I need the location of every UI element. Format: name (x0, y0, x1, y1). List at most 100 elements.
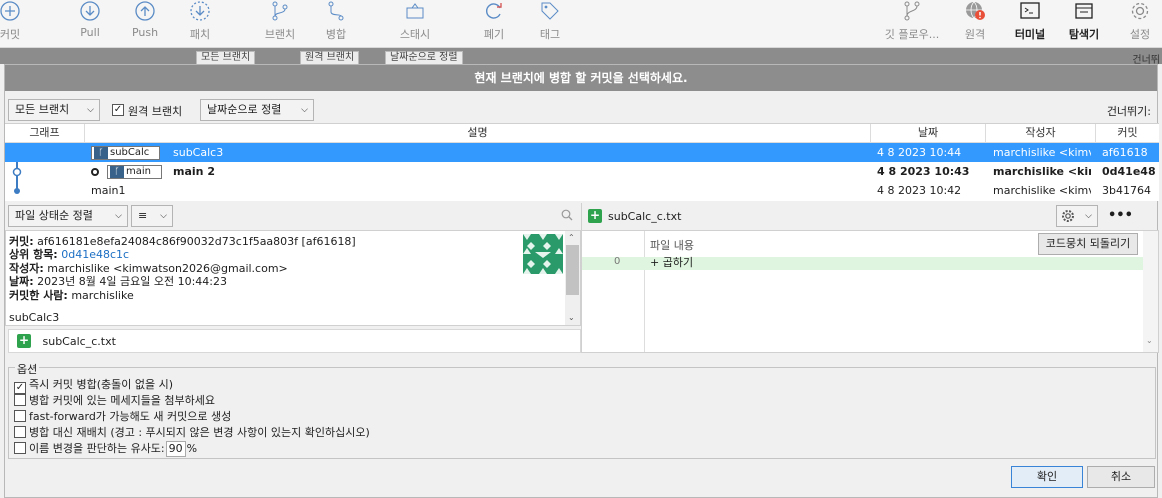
explorer-icon (1075, 3, 1093, 19)
background-repo-bar: 모든 브랜치 원격 브랜치 날짜순으로 정렬 건너뛰 (0, 48, 1162, 64)
cancel-button[interactable]: 취소 (1087, 466, 1155, 488)
commit-date: 4 8 2023 10:42 (877, 184, 962, 197)
toolbar-branch[interactable]: 브랜치 (257, 0, 303, 48)
toolbar-explorer[interactable]: 탐색기 (1062, 0, 1106, 48)
head-marker (91, 162, 99, 181)
toolbar-explorer-label: 탐색기 (1068, 28, 1100, 41)
arrow-down-circle-icon (80, 1, 100, 21)
diff-header: + subCalc_c.txt ⌵ ••• (581, 203, 1159, 230)
branch-icon (272, 1, 288, 21)
skip-label: 건너뛰기: (1106, 105, 1151, 118)
merge-dialog: 현재 브랜치에 병합 할 커밋을 선택하세요. 모든 브랜치 ⌵ ✓ 원격 브랜… (4, 64, 1159, 498)
checkbox[interactable] (14, 442, 26, 454)
commit-date: 4 8 2023 10:43 (877, 165, 970, 178)
background-sort-combo: 날짜순으로 정렬 (385, 51, 463, 64)
commit-message: subCalc3 (173, 146, 224, 159)
column-date[interactable]: 날짜 (871, 124, 986, 143)
commit-row[interactable]: main1 4 8 2023 10:42 marchislike <kimv 3… (5, 181, 1159, 200)
commit-table: 그래프 설명 날짜 작성자 커밋 ᚴ subCalc subCalc3 4 8 2… (5, 123, 1159, 201)
toolbar-terminal[interactable]: 터미널 (1008, 0, 1052, 48)
diff-view: 파일 내용 코드뭉치 되돌리기 0 + 곱하기 ⌄ (581, 230, 1159, 353)
chevron-down-icon: ⌵ (160, 211, 167, 221)
terminal-icon (1020, 2, 1040, 19)
changed-file-list: + subCalc_c.txt (8, 329, 581, 353)
diff-file-name: subCalc_c.txt (608, 210, 682, 223)
ok-button[interactable]: 확인 (1011, 466, 1083, 488)
toolbar-terminal-label: 터미널 (1014, 28, 1046, 41)
column-commit[interactable]: 커밋 (1096, 124, 1159, 143)
toolbar-tag-label: 태그 (539, 28, 561, 41)
checkbox[interactable] (14, 426, 26, 438)
tag-icon (541, 2, 559, 20)
scroll-down-icon[interactable]: ⌄ (568, 313, 575, 322)
diff-line-text: + 곱하기 (650, 256, 694, 269)
chevron-down-icon: ⌵ (1085, 211, 1092, 221)
more-options-icon[interactable]: ••• (1108, 208, 1133, 223)
column-description[interactable]: 설명 (85, 124, 871, 143)
toolbar-merge[interactable]: 병합 (316, 0, 356, 48)
option-rebase[interactable]: 병합 대신 재배치 (경고 : 푸시되지 않은 변경 사항이 있는지 확인하십시… (14, 424, 370, 439)
toolbar-discard-label: 폐기 (483, 28, 505, 41)
branch-filter-combo[interactable]: 모든 브랜치 ⌵ (8, 99, 100, 121)
toolbar-branch-label: 브랜치 (264, 28, 296, 41)
details-scrollbar[interactable]: ⌃ ⌄ (565, 231, 580, 325)
toolbar-remote[interactable]: 원격 (955, 0, 995, 48)
column-author[interactable]: 작성자 (986, 124, 1096, 143)
added-file-icon: + (588, 208, 602, 223)
toolbar-settings[interactable]: 설정 (1120, 0, 1160, 48)
diff-line-number: 0 (614, 256, 621, 267)
toolbar-stash-label: 스태시 (399, 28, 431, 41)
toolbar-merge-label: 병합 (325, 28, 347, 41)
toolbar-commit[interactable]: 커밋 (0, 0, 30, 48)
sort-combo[interactable]: 날짜순으로 정렬 ⌵ (200, 99, 314, 121)
toolbar-remote-label: 원격 (964, 28, 986, 41)
toolbar-fetch-label: 패치 (189, 28, 211, 41)
toolbar-pull[interactable]: Pull (70, 0, 110, 48)
commit-author: marchislike <kimv (993, 146, 1091, 159)
branch-icon: ᚴ (94, 147, 108, 159)
scroll-up-icon[interactable]: ⌃ (568, 233, 575, 242)
merge-icon (328, 1, 344, 21)
toolbar-fetch[interactable]: 패치 (180, 0, 220, 48)
avatar (523, 234, 563, 274)
option-rename-similarity[interactable]: 이름 변경을 판단하는 유사도: 90% (14, 440, 197, 457)
chevron-down-icon: ⌵ (87, 105, 94, 115)
file-panel-toolbar: 파일 상태순 정렬 ⌵ ≡ ⌵ (5, 203, 581, 230)
view-mode-icon: ≡ (138, 209, 148, 222)
commit-hash: af61618 (1102, 146, 1148, 159)
toolbar-git-flow[interactable]: 깃 플로우... (880, 0, 944, 48)
main-toolbar: 커밋 Pull Push 패치 브랜치 병합 스태시 폐기 태그 깃 플로우..… (0, 0, 1162, 48)
file-item[interactable]: + subCalc_c.txt (17, 334, 116, 348)
scrollbar-thumb[interactable] (566, 245, 579, 295)
toolbar-push[interactable]: Push (125, 0, 165, 48)
revert-hunk-button[interactable]: 코드뭉치 되돌리기 (1038, 233, 1138, 255)
toolbar-stash[interactable]: 스태시 (390, 0, 440, 48)
background-skip: 건너뛰 (1132, 55, 1160, 64)
stash-icon (406, 3, 424, 19)
similarity-input[interactable]: 90 (165, 441, 186, 457)
diff-settings-combo[interactable]: ⌵ (1056, 205, 1098, 227)
commit-row[interactable]: ᚴ main main 2 4 8 2023 10:43 marchislike … (5, 162, 1159, 181)
checkbox[interactable] (14, 410, 26, 422)
checkbox[interactable] (14, 394, 26, 406)
file-sort-combo[interactable]: 파일 상태순 정렬 ⌵ (8, 205, 128, 227)
background-branch-combo: 모든 브랜치 (196, 51, 256, 64)
option-include-messages[interactable]: 병합 커밋에 있는 메세지들을 첨부하세요 (14, 392, 215, 407)
toolbar-tag[interactable]: 태그 (530, 0, 570, 48)
diff-gutter-divider (644, 231, 645, 352)
background-remote-check: 원격 브랜치 (300, 51, 360, 64)
remote-branches-checkbox[interactable]: ✓ (112, 104, 124, 116)
diff-scrollbar[interactable]: ⌄ (1143, 231, 1158, 352)
view-mode-combo[interactable]: ≡ ⌵ (131, 205, 173, 227)
option-no-fast-forward[interactable]: fast-forward가 가능해도 새 커밋으로 생성 (14, 408, 231, 423)
search-icon[interactable] (561, 209, 573, 221)
chevron-down-icon: ⌵ (301, 105, 308, 115)
commit-message: main1 (91, 184, 126, 197)
column-graph[interactable]: 그래프 (5, 124, 85, 143)
commit-hash: 3b41764 (1102, 184, 1151, 197)
toolbar-discard[interactable]: 폐기 (474, 0, 514, 48)
added-file-icon: + (17, 333, 31, 348)
option-immediate-commit[interactable]: ✓ 즉시 커밋 병합(충돌이 없을 시) (14, 376, 173, 394)
scroll-down-icon[interactable]: ⌄ (1146, 336, 1153, 345)
commit-row[interactable]: ᚴ subCalc subCalc3 4 8 2023 10:44 marchis… (5, 143, 1159, 162)
